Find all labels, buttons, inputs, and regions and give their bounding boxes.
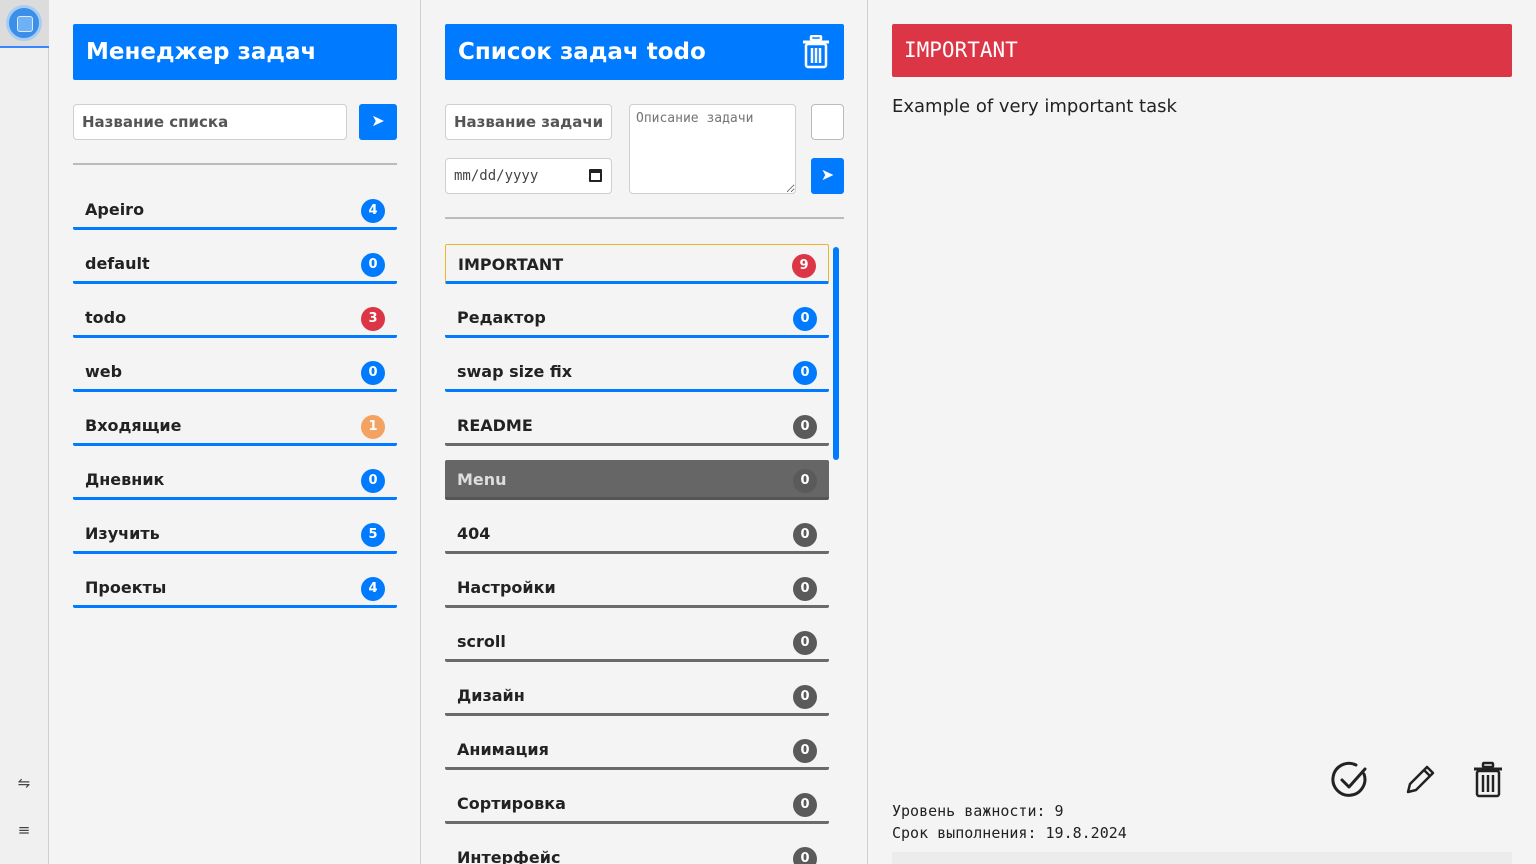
list-item-label: Входящие (85, 416, 182, 435)
list-item[interactable]: web 0 (73, 352, 397, 392)
task-item-label: Интерфейс (457, 848, 561, 864)
count-badge: 0 (793, 361, 817, 385)
task-scrollbar[interactable] (833, 247, 839, 460)
task-detail-title: IMPORTANT (892, 24, 1512, 77)
count-badge: 4 (361, 577, 385, 601)
task-item[interactable]: Настройки 0 (445, 568, 829, 608)
manager-title: Менеджер задач (73, 24, 397, 80)
date-placeholder: mm/dd/yyyy (454, 168, 539, 184)
task-list-title-text: Список задач todo (458, 39, 706, 65)
task-item-label: Сортировка (457, 794, 566, 813)
count-badge: 0 (793, 631, 817, 655)
task-item-label: swap size fix (457, 362, 573, 381)
count-badge: 0 (793, 577, 817, 601)
complete-task-icon[interactable] (1330, 760, 1370, 800)
task-date-input[interactable]: mm/dd/yyyy (445, 158, 612, 194)
app-window: ⇋ ≡ Менеджер задач ➤ Apeiro 4 default 0 todo… (0, 0, 1536, 864)
delete-task-icon[interactable] (1468, 760, 1508, 800)
task-list-title: Список задач todo (445, 24, 844, 80)
count-badge: 0 (793, 469, 817, 493)
left-rail: ⇋ ≡ (0, 0, 49, 864)
task-item-label: IMPORTANT (458, 255, 564, 274)
task-item[interactable]: scroll 0 (445, 622, 829, 662)
task-item-label: README (457, 416, 533, 435)
menu-icon[interactable]: ≡ (10, 818, 38, 842)
add-task-button[interactable]: ➤ (811, 158, 844, 194)
count-badge: 0 (361, 253, 385, 277)
add-list-button[interactable]: ➤ (359, 104, 397, 140)
list-item[interactable]: Дневник 0 (73, 460, 397, 500)
task-item-label: 404 (457, 524, 491, 543)
list-item[interactable]: Apeiro 4 (73, 190, 397, 230)
task-due-date: Срок выполнения: 19.8.2024 (892, 824, 1127, 842)
count-badge: 5 (361, 523, 385, 547)
task-list-panel: Список задач todo mm/dd/yyyy ➤ IMPORTANT… (421, 0, 868, 864)
count-badge: 0 (361, 469, 385, 493)
task-item-label: Редактор (457, 308, 546, 327)
task-item-label: Дизайн (457, 686, 525, 705)
swap-icon[interactable]: ⇋ (10, 771, 38, 795)
task-item[interactable]: README 0 (445, 406, 829, 446)
task-item-label: Анимация (457, 740, 549, 759)
edit-task-icon[interactable] (1400, 760, 1440, 800)
count-badge: 0 (793, 739, 817, 763)
count-badge: 0 (361, 361, 385, 385)
list-manager-panel: Менеджер задач ➤ Apeiro 4 default 0 todo 3 web… (49, 0, 421, 864)
task-item[interactable]: 404 0 (445, 514, 829, 554)
app-tab[interactable] (0, 0, 49, 48)
task-item[interactable]: Интерфейс 0 (445, 838, 829, 864)
count-badge: 0 (793, 523, 817, 547)
task-item[interactable]: swap size fix 0 (445, 352, 829, 392)
task-item[interactable]: IMPORTANT 9 (445, 244, 829, 284)
detail-footer (892, 852, 1512, 864)
count-badge: 3 (361, 307, 385, 331)
task-item[interactable]: Сортировка 0 (445, 784, 829, 824)
count-badge: 0 (793, 793, 817, 817)
app-logo-icon (6, 5, 42, 41)
list-name-input[interactable] (73, 104, 347, 140)
list-item-label: Проекты (85, 578, 167, 597)
task-name-input[interactable] (445, 104, 612, 140)
task-item-label: scroll (457, 632, 506, 651)
task-item[interactable]: Анимация 0 (445, 730, 829, 770)
list-item-label: default (85, 254, 150, 273)
list-item-label: Apeiro (85, 200, 145, 219)
list-item-label: Изучить (85, 524, 160, 543)
count-badge: 1 (361, 415, 385, 439)
count-badge: 4 (361, 199, 385, 223)
divider (73, 163, 397, 165)
list-item-label: todo (85, 308, 127, 327)
task-checkbox[interactable] (811, 104, 844, 140)
count-badge: 0 (793, 415, 817, 439)
task-description-input[interactable] (629, 104, 796, 194)
count-badge: 0 (793, 685, 817, 709)
list-item[interactable]: Проекты 4 (73, 568, 397, 608)
list-item[interactable]: default 0 (73, 244, 397, 284)
list-item[interactable]: todo 3 (73, 298, 397, 338)
task-item[interactable]: Дизайн 0 (445, 676, 829, 716)
count-badge: 0 (793, 307, 817, 331)
list-item[interactable]: Входящие 1 (73, 406, 397, 446)
list-item-label: web (85, 362, 123, 381)
task-item-label: Настройки (457, 578, 556, 597)
calendar-icon[interactable] (589, 169, 602, 182)
task-detail-panel: IMPORTANT Example of very important task… (868, 0, 1536, 864)
task-item[interactable]: Редактор 0 (445, 298, 829, 338)
list-item-label: Дневник (85, 470, 165, 489)
task-item-label: Menu (457, 470, 507, 489)
task-item[interactable]: Menu 0 (445, 460, 829, 500)
divider (445, 217, 844, 219)
delete-list-icon[interactable] (802, 35, 830, 69)
list-item[interactable]: Изучить 5 (73, 514, 397, 554)
count-badge: 9 (792, 254, 816, 278)
task-importance: Уровень важности: 9 (892, 802, 1064, 820)
task-detail-description: Example of very important task (892, 96, 1177, 117)
count-badge: 0 (793, 847, 817, 864)
